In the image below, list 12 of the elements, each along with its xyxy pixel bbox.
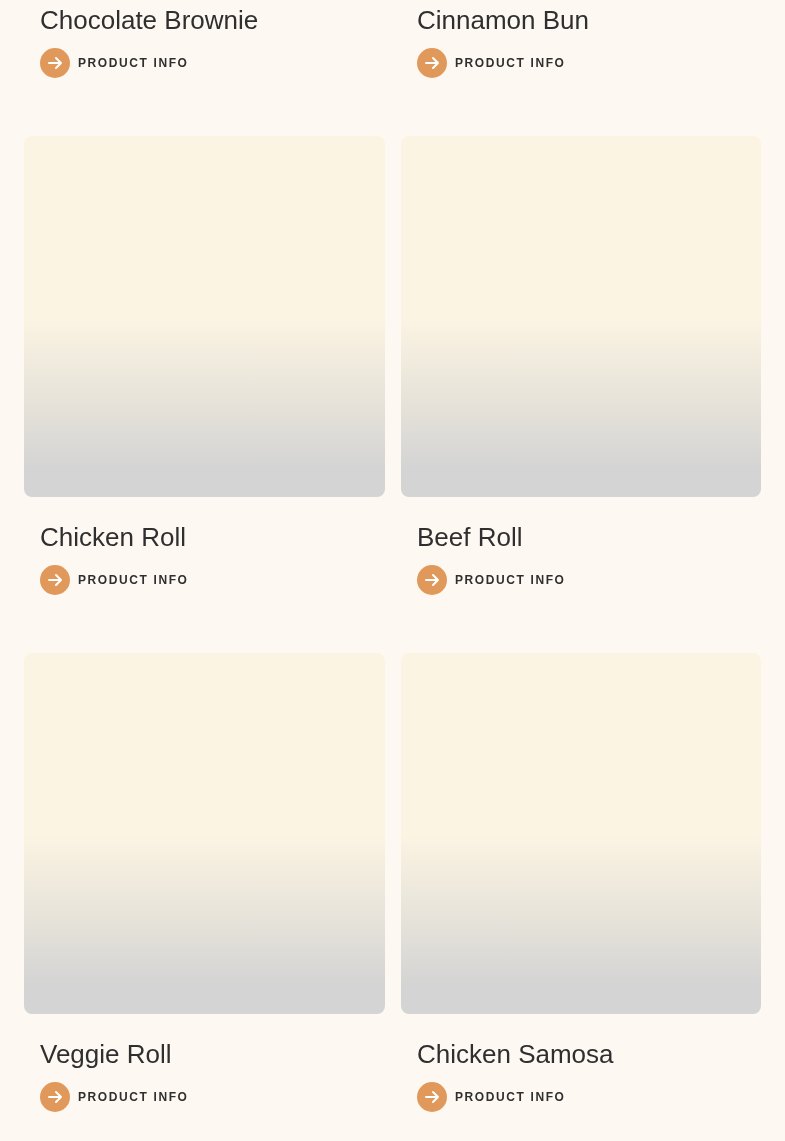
product-title: Chicken Samosa [416,1038,615,1070]
product-info-link[interactable]: PRODUCT INFO [40,565,189,595]
product-info-link[interactable]: PRODUCT INFO [40,1082,189,1112]
product-info-link[interactable]: PRODUCT INFO [417,565,566,595]
product-title: Chicken Roll [39,521,187,553]
product-title: Cinnamon Bun [416,4,590,36]
product-title: Veggie Roll [39,1038,173,1070]
product-title: Chocolate Brownie [39,4,260,36]
product-title: Beef Roll [416,521,524,553]
product-info-link[interactable]: PRODUCT INFO [417,48,566,78]
product-info-link[interactable]: PRODUCT INFO [40,48,189,78]
product-info-link[interactable]: PRODUCT INFO [417,1082,566,1112]
